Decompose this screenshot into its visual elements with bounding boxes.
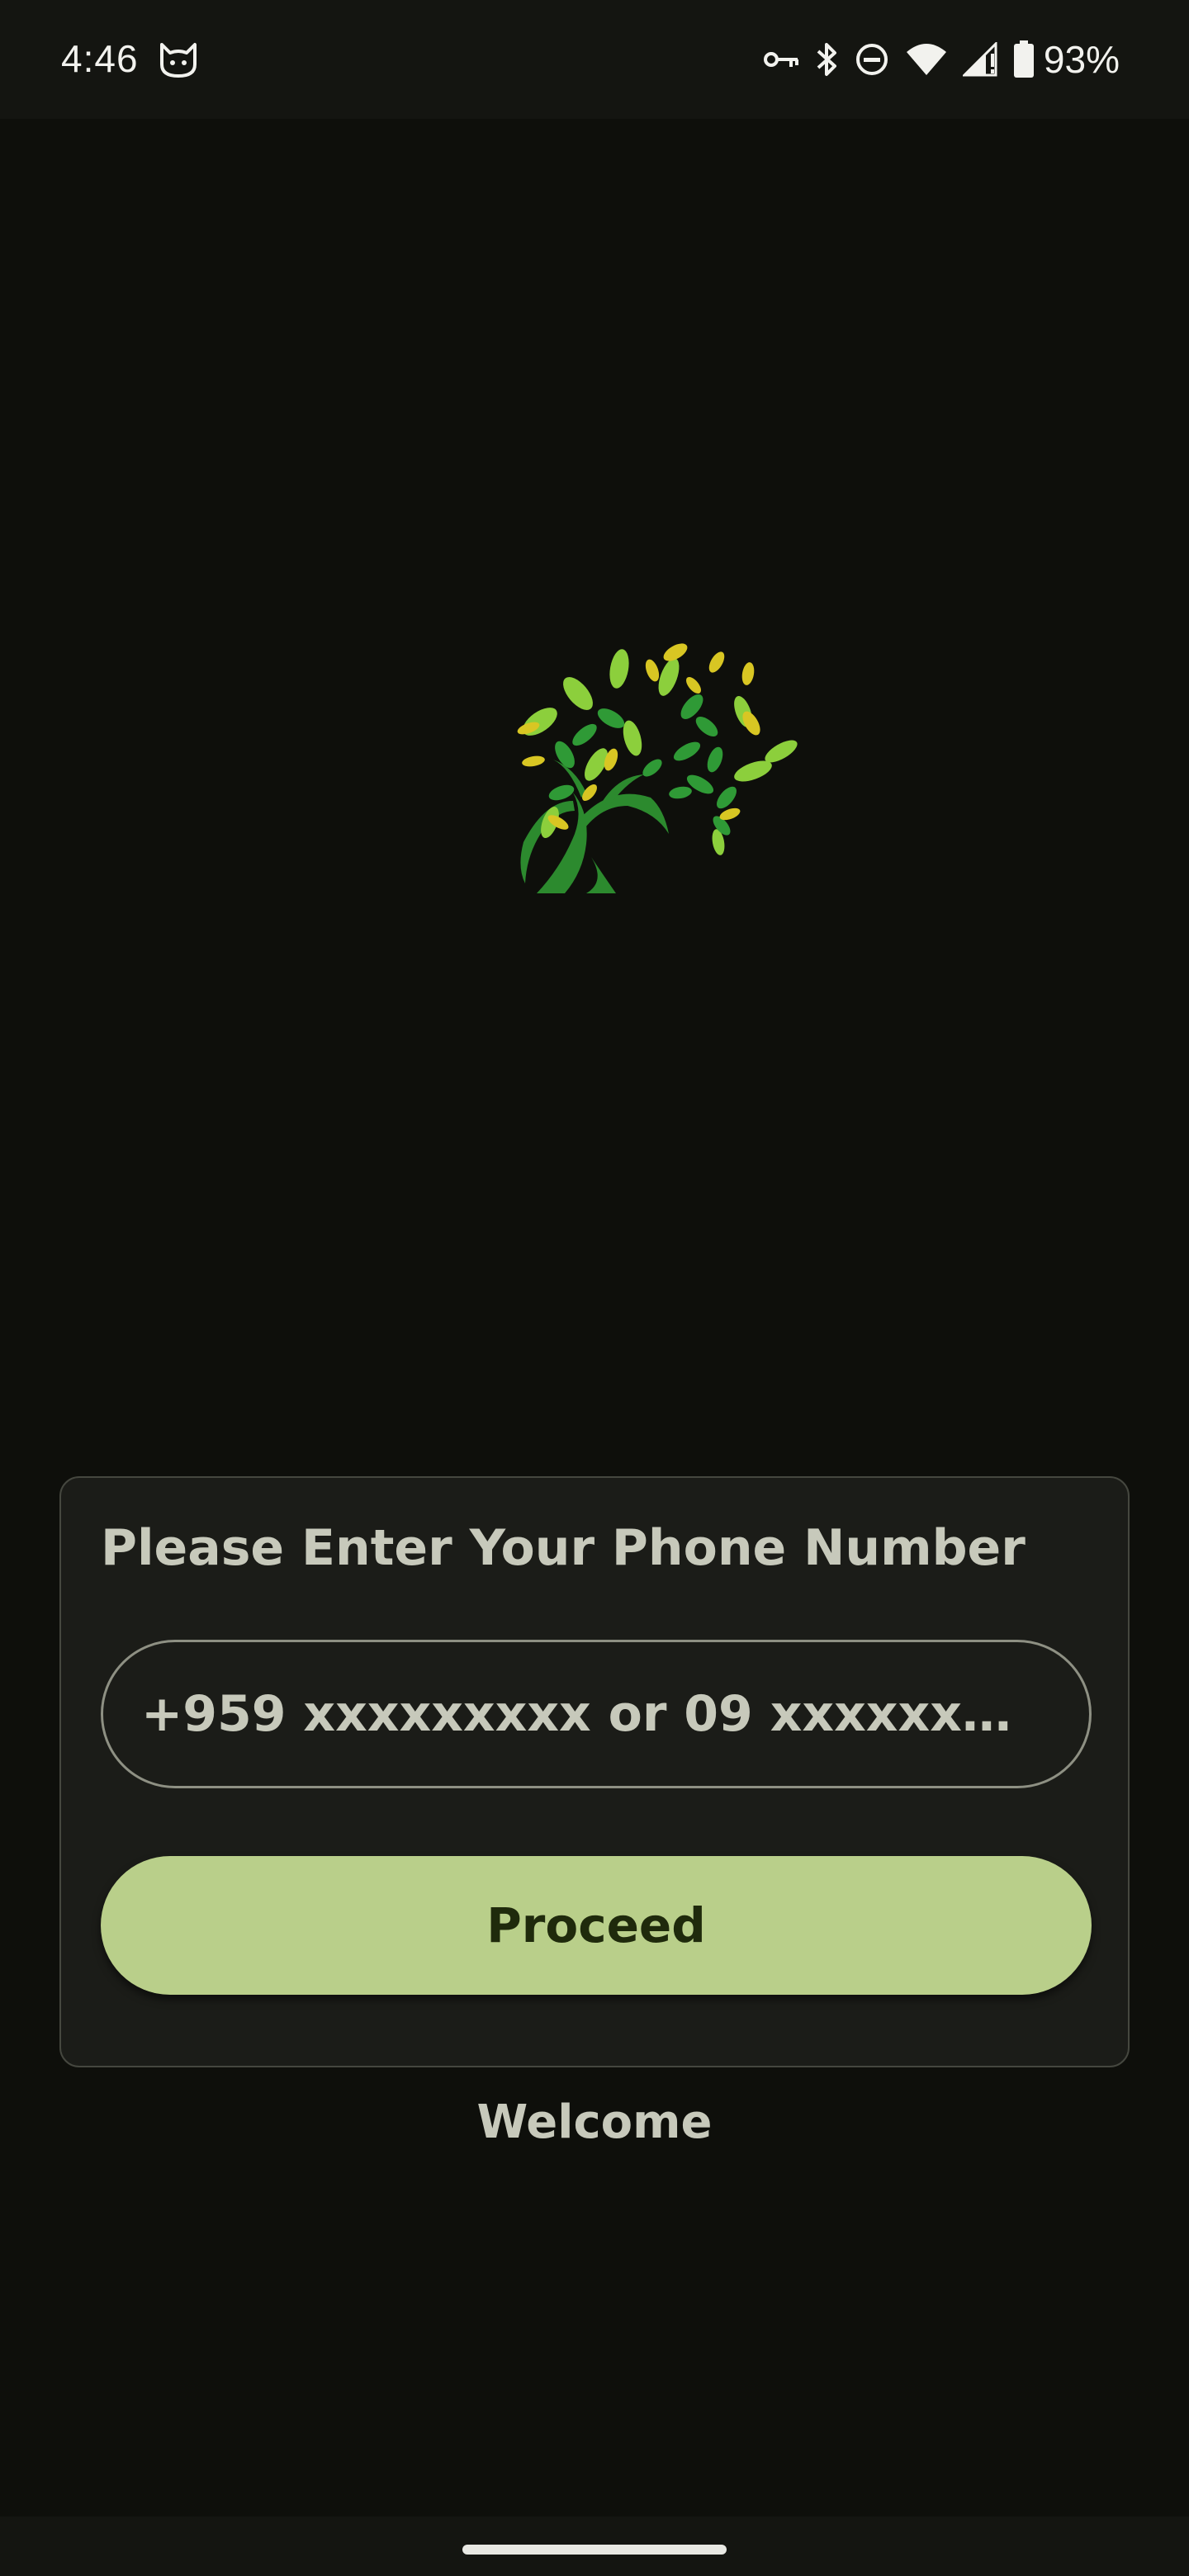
tree-logo-icon — [517, 643, 798, 893]
proceed-button[interactable]: Proceed — [101, 1856, 1092, 1995]
vpn-key-icon — [763, 52, 798, 67]
status-time: 4:46 — [61, 37, 139, 80]
login-card: Please Enter Your Phone Number Proceed — [59, 1476, 1130, 2067]
wifi-icon — [906, 44, 946, 75]
card-title: Please Enter Your Phone Number — [101, 1519, 1026, 1577]
status-bar: 4:46 93% — [0, 0, 1189, 119]
home-handle[interactable] — [462, 2545, 727, 2555]
status-icons: 93% — [748, 35, 1120, 84]
phone-input[interactable] — [141, 1685, 1051, 1743]
bluetooth-icon — [817, 43, 836, 76]
cat-icon — [160, 43, 197, 78]
welcome-text: Welcome — [476, 2095, 713, 2149]
battery-icon — [1013, 40, 1034, 78]
battery-percent: 93% — [1043, 38, 1120, 81]
phone-input-field[interactable] — [101, 1640, 1092, 1788]
cell-signal-icon — [962, 42, 997, 77]
do-not-disturb-icon — [855, 44, 888, 75]
